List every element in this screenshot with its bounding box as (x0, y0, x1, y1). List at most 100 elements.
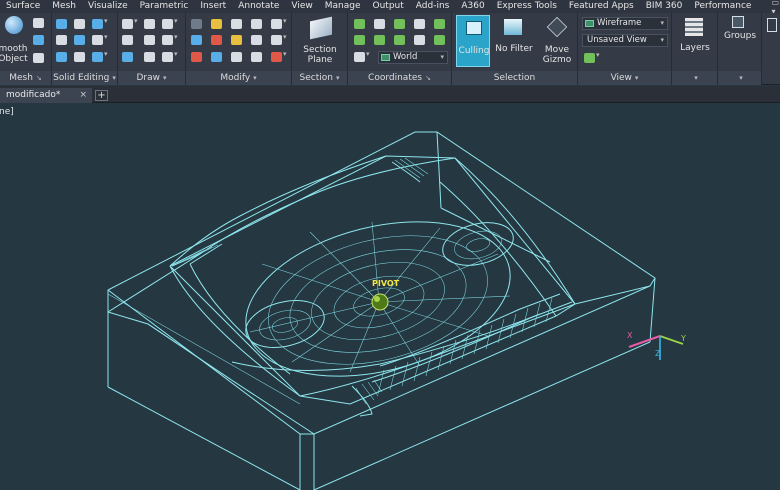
no-filter-label[interactable]: No Filter (492, 44, 536, 54)
erase-icon[interactable] (271, 50, 287, 62)
ucs-object-icon[interactable] (434, 19, 445, 29)
layers-label[interactable]: Layers (672, 43, 718, 53)
ucs-zaxis-icon[interactable] (434, 35, 445, 45)
smooth-object-label-1[interactable]: mooth (0, 44, 28, 54)
ucs-y-icon[interactable] (374, 35, 385, 45)
section-plane-label-1[interactable]: Section (294, 45, 346, 55)
ucs-view-icon[interactable] (414, 19, 425, 29)
ucs-world-icon[interactable] (374, 19, 385, 29)
arc-icon[interactable] (122, 35, 133, 45)
panel-title-section[interactable]: Section ▾ (292, 71, 347, 85)
mesh-box-icon[interactable] (33, 18, 44, 28)
section-plane-label-2[interactable]: Plane (294, 55, 346, 65)
close-icon[interactable]: × (79, 88, 87, 102)
extract-edges-icon[interactable] (74, 19, 85, 29)
menu-parametric[interactable]: Parametric (134, 0, 195, 13)
menu-manage[interactable]: Manage (319, 0, 367, 13)
ucs-icon[interactable] (354, 19, 365, 29)
chevron-down-icon: ▾ (440, 53, 444, 61)
point-icon[interactable] (162, 50, 178, 62)
smooth-object-label-2[interactable]: Object (0, 54, 28, 64)
world-swatch-icon (381, 54, 390, 61)
menu-visualize[interactable]: Visualize (82, 0, 134, 13)
trim-icon[interactable] (271, 17, 287, 29)
3dmove-icon[interactable] (231, 19, 242, 29)
extrude-faces-icon[interactable] (92, 17, 108, 29)
ucs-world-dropdown[interactable]: World ▾ (378, 51, 448, 64)
panel-title-solid-editing[interactable]: Solid Editing ▾ (52, 71, 117, 85)
mesh-crease-icon[interactable] (33, 53, 44, 63)
align-icon[interactable] (251, 35, 262, 45)
pivot-marker[interactable]: PIVOT (371, 279, 400, 311)
fillet-icon[interactable] (271, 33, 287, 45)
layers-icon[interactable] (685, 18, 703, 36)
panel-title-draw[interactable]: Draw ▾ (118, 71, 185, 85)
panel-groups: Groups ▾ (718, 13, 762, 85)
menu-featured-apps[interactable]: Featured Apps (563, 0, 640, 13)
offset-icon[interactable] (231, 52, 242, 62)
menu-annotate[interactable]: Annotate (232, 0, 285, 13)
circle-icon[interactable] (162, 33, 178, 45)
union-icon[interactable] (56, 19, 67, 29)
move-gizmo-label-2[interactable]: Gizmo (536, 55, 578, 65)
menu-performance[interactable]: Performance (688, 0, 757, 13)
array-icon[interactable] (211, 52, 222, 62)
imprint-icon[interactable] (74, 35, 85, 45)
view-base-icon[interactable] (767, 18, 777, 32)
culling-button[interactable]: Culling (456, 15, 490, 67)
document-tab[interactable]: modificado* × (0, 88, 92, 103)
no-filter-icon[interactable] (504, 19, 522, 35)
menu-output[interactable]: Output (367, 0, 410, 13)
intersect-icon[interactable] (56, 52, 67, 62)
ucs-z-icon[interactable] (394, 35, 405, 45)
slice-icon[interactable] (74, 52, 85, 62)
menu-surface[interactable]: Surface (0, 0, 46, 13)
explode-icon[interactable] (251, 52, 262, 62)
smooth-object-icon[interactable] (5, 16, 23, 34)
move-gizmo-label-1[interactable]: Move (536, 45, 578, 55)
shell-icon[interactable] (92, 50, 108, 62)
groups-label[interactable]: Groups (718, 31, 762, 41)
menu-mesh[interactable]: Mesh (46, 0, 82, 13)
ucs-x-icon[interactable] (354, 35, 365, 45)
panel-title-modify[interactable]: Modify ▾ (186, 71, 291, 85)
helix-icon[interactable] (144, 35, 155, 45)
menu-express-tools[interactable]: Express Tools (491, 0, 563, 13)
spline-icon[interactable] (162, 17, 178, 29)
rectangle-icon[interactable] (122, 52, 133, 62)
mirror3d-icon[interactable] (211, 35, 222, 45)
menu-add-ins[interactable]: Add-ins (410, 0, 456, 13)
separate-icon[interactable] (92, 33, 108, 45)
rotate-icon[interactable] (231, 35, 242, 45)
menu-bim-360[interactable]: BIM 360 (640, 0, 689, 13)
groups-icon[interactable] (732, 16, 744, 28)
panel-title-view[interactable]: View ▾ (578, 71, 671, 85)
panel-title-groups[interactable]: ▾ (718, 71, 761, 85)
line-icon[interactable] (122, 17, 138, 29)
ucs-origin-icon[interactable] (394, 19, 405, 29)
scale-icon[interactable] (251, 19, 262, 29)
viewport-config-icon[interactable] (584, 51, 600, 63)
named-view-dropdown[interactable]: Unsaved View ▾ (582, 34, 668, 47)
rotate3d-icon[interactable] (211, 19, 222, 29)
ucs-named-icon[interactable] (354, 50, 370, 62)
panel-title-layers[interactable]: ▾ (672, 71, 717, 85)
new-tab-button[interactable]: + (95, 90, 108, 101)
mesh-refine-icon[interactable] (33, 35, 44, 45)
pivot-ball[interactable] (371, 293, 389, 311)
visual-style-dropdown[interactable]: Wireframe ▾ (582, 17, 668, 30)
section-plane-icon[interactable] (310, 16, 332, 40)
move-icon[interactable] (191, 19, 202, 29)
viewport-label[interactable]: ne] (0, 107, 14, 117)
drawing-viewport[interactable]: PIVOT X Y Z ne] (0, 104, 780, 490)
polyline-icon[interactable] (144, 19, 155, 29)
menu-insert[interactable]: Insert (194, 0, 232, 13)
copy-icon[interactable] (191, 35, 202, 45)
move-gizmo-icon[interactable] (546, 16, 568, 38)
stretch-icon[interactable] (191, 52, 202, 62)
polygon-icon[interactable] (144, 52, 155, 62)
menu-a360[interactable]: A360 (455, 0, 490, 13)
ucs-3point-icon[interactable] (414, 35, 425, 45)
subtract-icon[interactable] (56, 35, 67, 45)
menu-view[interactable]: View (285, 0, 318, 13)
